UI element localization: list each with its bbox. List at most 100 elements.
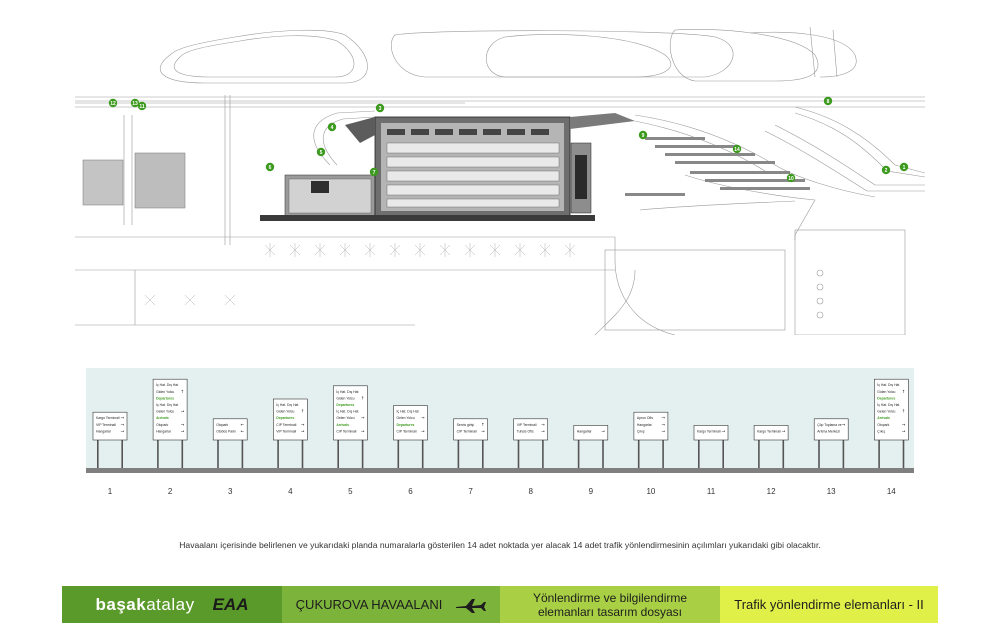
- logo-part1: başak: [95, 594, 147, 614]
- sign-number-label: 2: [168, 487, 173, 496]
- sign-elevations-drawing: Kargo Terminali → VIP Terminali → Hangarlar →…: [86, 368, 914, 496]
- sign-post: [842, 440, 845, 468]
- sign-arrow-icon: →: [782, 428, 786, 433]
- sign-post: [301, 440, 304, 468]
- sign-number-label: 1: [108, 487, 113, 496]
- airport-name: ÇUKUROVA HAVAALANI: [295, 597, 443, 612]
- sign-arrow-icon: ↑: [181, 389, 185, 394]
- sign-line-text: İç Hat. Dış Hat: [276, 402, 298, 407]
- sign-post: [157, 440, 159, 468]
- sign-arrow-icon: →: [421, 415, 425, 420]
- sign-post: [421, 440, 424, 468]
- sign-line-text: İç Hat. Dış Hat: [877, 402, 899, 407]
- sign-post: [517, 440, 520, 468]
- sign-line-text: Giden Yolcu: [336, 396, 354, 400]
- sign-post: [602, 440, 604, 468]
- sign-arrow-icon: →: [181, 428, 185, 433]
- sign-post: [277, 440, 279, 468]
- sign-line-text: Çöp Toplama ve: [817, 423, 842, 427]
- sign-line-text: Hangarlar: [577, 429, 593, 433]
- sign-line-text: İç Hat. Dış Hat: [336, 409, 358, 414]
- sign-post: [542, 440, 544, 468]
- sign-post: [397, 440, 400, 468]
- sign-elevations: Kargo Terminali → VIP Terminali → Hangarlar →…: [86, 368, 914, 502]
- svg-text:3: 3: [379, 106, 382, 112]
- sign-line-text: Kargo Terminali: [96, 416, 120, 420]
- logo-part2: atalay: [146, 594, 195, 614]
- sign-14: İç Hat. Dış Hat Giden Yolcu ↑ Departures İç …: [873, 378, 909, 496]
- svg-text:12: 12: [110, 101, 116, 107]
- svg-text:6: 6: [269, 165, 272, 171]
- sign-arrow-icon: →: [301, 422, 305, 427]
- sign-line-text: İç Hat. Dış Hat: [156, 382, 178, 387]
- sign-line-text: Arrivals: [877, 416, 890, 420]
- sign-line-text: Gelen Yolcu: [156, 410, 174, 414]
- svg-text:11: 11: [139, 104, 145, 110]
- sign-post: [722, 440, 724, 468]
- plan-marker-12: 12: [108, 98, 118, 108]
- sign-post: [121, 440, 123, 468]
- plan-marker-10: 10: [786, 173, 796, 183]
- sign-line-text: Departures: [397, 423, 415, 427]
- plan-marker-14: 14: [732, 144, 742, 154]
- sign-number-label: 5: [348, 487, 353, 496]
- sign-number-label: 12: [767, 487, 776, 496]
- banner-doc-section: Yönlendirme ve bilgilendirme elemanları …: [500, 586, 720, 623]
- sign-line-text: Tuhsis Ofis: [517, 429, 534, 433]
- sign-line-text: Apron Ofis: [637, 416, 653, 420]
- sign-line-text: Giden Yolcu: [877, 390, 895, 394]
- plan-marker-1: 1: [899, 162, 909, 172]
- svg-text:9: 9: [642, 133, 645, 139]
- sign-line-text: Çıkış: [877, 429, 885, 433]
- sign-arrow-icon: →: [842, 422, 846, 427]
- plan-marker-9: 9: [638, 130, 648, 140]
- sign-line-text: İç Hat. Dış Hat: [397, 409, 419, 414]
- sign-line-text: Hangarlar: [637, 423, 653, 427]
- sign-arrow-icon: ↑: [902, 409, 906, 414]
- sign-post: [97, 440, 99, 468]
- sign-number-label: 14: [887, 487, 896, 496]
- sign-arrow-icon: ↑: [301, 409, 305, 414]
- sign-line-text: CIP Terminali: [457, 429, 477, 433]
- sign-line-text: Arıtma Merkezi: [817, 429, 840, 433]
- sign-number-label: 6: [408, 487, 413, 496]
- sign-arrow-icon: →: [661, 428, 665, 433]
- sign-arrow-icon: →: [902, 428, 906, 433]
- sign-line-text: Departures: [336, 403, 354, 407]
- sign-line-text: Giden Yolcu: [156, 390, 174, 394]
- sign-arrow-icon: ←: [241, 428, 245, 433]
- svg-text:14: 14: [734, 147, 740, 153]
- sign-arrow-icon: →: [481, 428, 485, 433]
- sign-number-label: 13: [827, 487, 836, 496]
- sign-arrow-icon: ↑: [361, 395, 365, 400]
- sign-arrow-icon: →: [721, 428, 725, 433]
- sign-number-label: 8: [528, 487, 533, 496]
- basak-atalay-logo: başakatalay: [96, 595, 195, 615]
- sign-post: [577, 440, 580, 468]
- sign-line-text: Hangarlar: [156, 429, 172, 433]
- sign-line-text: İç Hat. Dış Hat: [877, 382, 899, 387]
- svg-text:5: 5: [320, 150, 323, 156]
- sign-line-text: VIP Terminali: [517, 423, 537, 427]
- sign-post: [457, 440, 460, 468]
- sign-post: [637, 440, 640, 468]
- sign-number-label: 11: [707, 487, 716, 496]
- sign-line-text: Çıkış: [637, 429, 645, 433]
- sign-number-label: 7: [468, 487, 473, 496]
- site-plan-drawing: 1 2 3 4 5 6 7 8 9 10 11 12 13 14: [75, 26, 925, 335]
- sign-line-text: Departures: [877, 396, 895, 400]
- plan-marker-7: 7: [369, 167, 379, 177]
- sign-arrow-icon: →: [661, 415, 665, 420]
- sign-post: [662, 440, 664, 468]
- sign-arrow-icon: →: [421, 428, 425, 433]
- section-title: Trafik yönlendirme elemanları - II: [734, 597, 924, 612]
- sign-post: [241, 440, 244, 468]
- sign-arrow-icon: →: [902, 422, 906, 427]
- sign-arrow-icon: ↑: [481, 422, 485, 427]
- sign-line-text: Gelen Yolcu: [877, 410, 895, 414]
- sign-arrow-icon: →: [541, 428, 545, 433]
- sign-line-text: CIP Terminali: [336, 429, 356, 433]
- airplane-icon: [456, 598, 487, 613]
- sign-line-text: Otopark: [156, 423, 168, 427]
- plan-marker-4: 4: [327, 122, 337, 132]
